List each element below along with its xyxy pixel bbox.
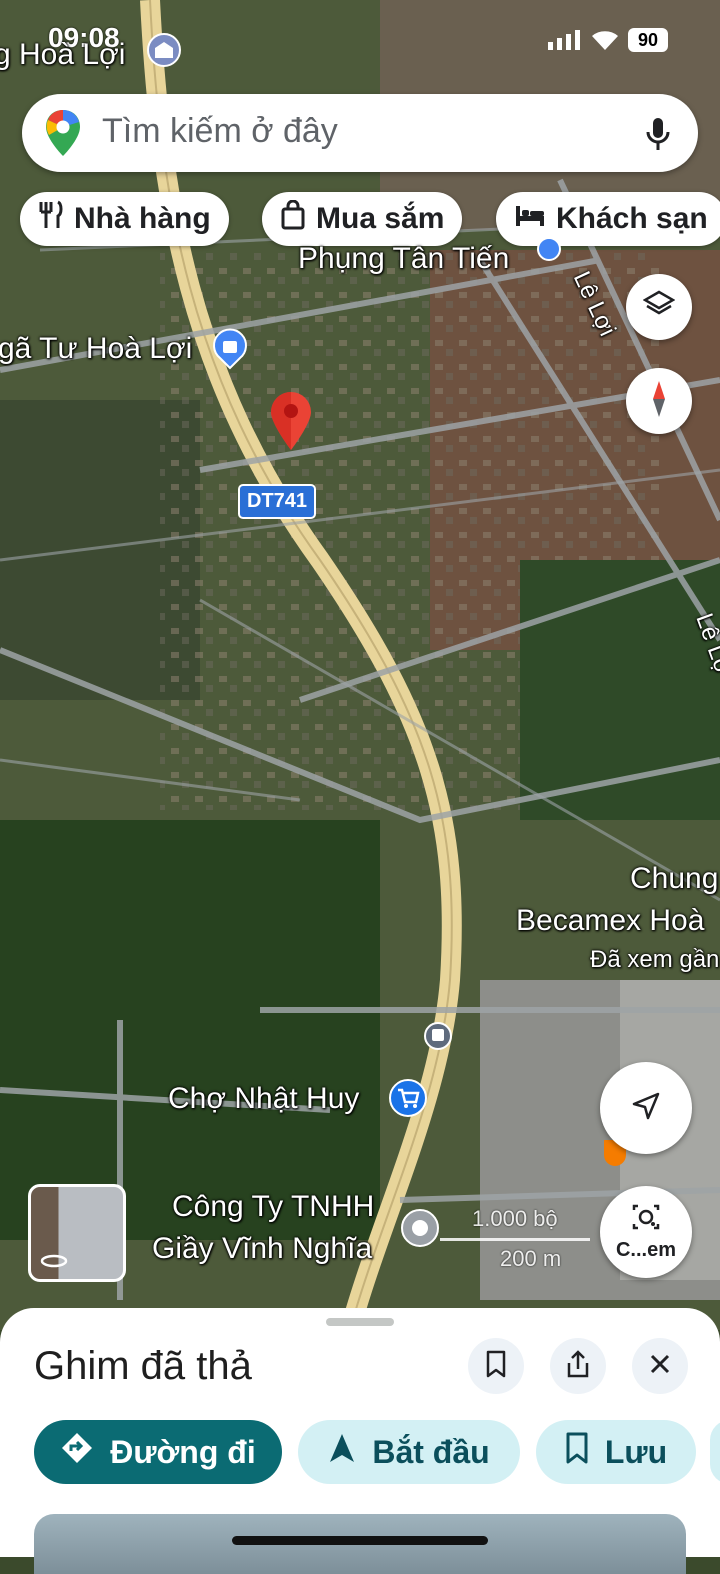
close-button[interactable] xyxy=(632,1338,688,1394)
map-scale: 1.000 bộ 200 m xyxy=(440,1206,590,1276)
layers-icon xyxy=(642,290,676,325)
search-bar[interactable]: Tìm kiếm ở đây xyxy=(22,94,698,172)
hotel-bed-icon xyxy=(514,202,546,236)
map-label-hoa-loi[interactable]: g Hoà Lợi xyxy=(0,38,125,72)
chip-shopping[interactable]: Mua sắm xyxy=(262,192,463,246)
restaurant-icon xyxy=(38,200,64,238)
map-label-becamex[interactable]: Becamex Hoà xyxy=(516,904,704,938)
camera-lens-icon xyxy=(630,1202,662,1237)
share-button[interactable] xyxy=(550,1338,606,1394)
map-label-cho-nhat-huy[interactable]: Chợ Nhật Huy xyxy=(168,1082,359,1116)
scale-meters: 200 m xyxy=(500,1246,562,1271)
battery-level: 90 xyxy=(637,30,659,50)
share-icon xyxy=(565,1349,591,1384)
sheet-title: Ghim đã thả xyxy=(34,1344,252,1388)
map-label-phung-tan-tien[interactable]: Phụng Tân Tiến xyxy=(298,242,509,276)
route-shield[interactable]: DT741 xyxy=(238,484,317,519)
compass-button[interactable] xyxy=(626,368,692,434)
camera-search-label: C...em xyxy=(615,1239,677,1261)
microphone-icon[interactable] xyxy=(644,116,672,157)
shopping-bag-icon xyxy=(280,199,306,238)
chip-label: Nhà hàng xyxy=(74,202,211,235)
shopping-pin-icon[interactable] xyxy=(212,328,248,375)
chip-label: Mua sắm xyxy=(316,202,445,235)
map-label-cong-ty[interactable]: Công Ty TNHH xyxy=(172,1190,374,1224)
map-label-chung[interactable]: Chung xyxy=(630,862,718,896)
save-label: Lưu xyxy=(604,1433,668,1470)
home-indicator xyxy=(232,1536,488,1545)
navigation-arrow-icon xyxy=(631,1091,661,1126)
bookmark-outline-icon xyxy=(565,1432,589,1472)
place-pin-icon[interactable] xyxy=(536,236,562,267)
more-actions-pill[interactable] xyxy=(710,1420,720,1484)
route-shield-label: DT741 xyxy=(247,490,308,512)
layers-button[interactable] xyxy=(626,274,692,340)
map-label-da-xem: Đã xem gần xyxy=(590,946,720,973)
directions-button[interactable]: Đường đi xyxy=(34,1420,282,1484)
maps-pin-logo-icon xyxy=(46,110,80,161)
bookmark-button[interactable] xyxy=(468,1338,524,1394)
directions-icon xyxy=(60,1431,94,1473)
camera-search-button[interactable]: C...em xyxy=(600,1186,692,1278)
dropped-pin-icon[interactable] xyxy=(269,390,313,457)
search-placeholder: Tìm kiếm ở đây xyxy=(102,112,338,150)
chip-label: Khách sạn xyxy=(556,202,708,235)
bookmark-icon xyxy=(485,1350,507,1383)
my-location-button[interactable] xyxy=(600,1062,692,1154)
start-label: Bắt đầu xyxy=(372,1433,490,1470)
bus-stop-icon[interactable] xyxy=(424,1022,452,1055)
shopping-cart-pin-icon[interactable] xyxy=(388,1078,428,1123)
bottom-sheet[interactable]: Ghim đã thả Đường đi Bắt đầu Lưu xyxy=(0,1308,720,1574)
map-label-nga-tu-hoa-loi[interactable]: gã Tư Hoà Lợi xyxy=(0,332,192,366)
compass-icon xyxy=(649,379,669,424)
battery-icon: 90 xyxy=(628,28,668,52)
signal-icon xyxy=(548,30,582,55)
directions-label: Đường đi xyxy=(110,1433,256,1470)
school-pin-icon[interactable] xyxy=(146,32,182,73)
wifi-icon xyxy=(590,28,620,57)
chip-hotels[interactable]: Khách sạn xyxy=(496,192,720,246)
sheet-drag-handle[interactable] xyxy=(326,1318,394,1326)
close-icon xyxy=(649,1353,671,1380)
factory-pin-icon[interactable] xyxy=(400,1208,440,1253)
start-button[interactable]: Bắt đầu xyxy=(298,1420,520,1484)
chip-restaurants[interactable]: Nhà hàng xyxy=(20,192,229,246)
street-view-360-icon xyxy=(39,1251,69,1271)
map-label-giay-vinh-nghia[interactable]: Giầy Vĩnh Nghĩa xyxy=(152,1232,372,1266)
scale-bar xyxy=(440,1238,590,1241)
save-button[interactable]: Lưu xyxy=(536,1420,696,1484)
scale-feet: 1.000 bộ xyxy=(472,1206,558,1231)
street-view-thumbnail[interactable] xyxy=(28,1184,126,1282)
navigation-start-icon xyxy=(328,1432,356,1472)
